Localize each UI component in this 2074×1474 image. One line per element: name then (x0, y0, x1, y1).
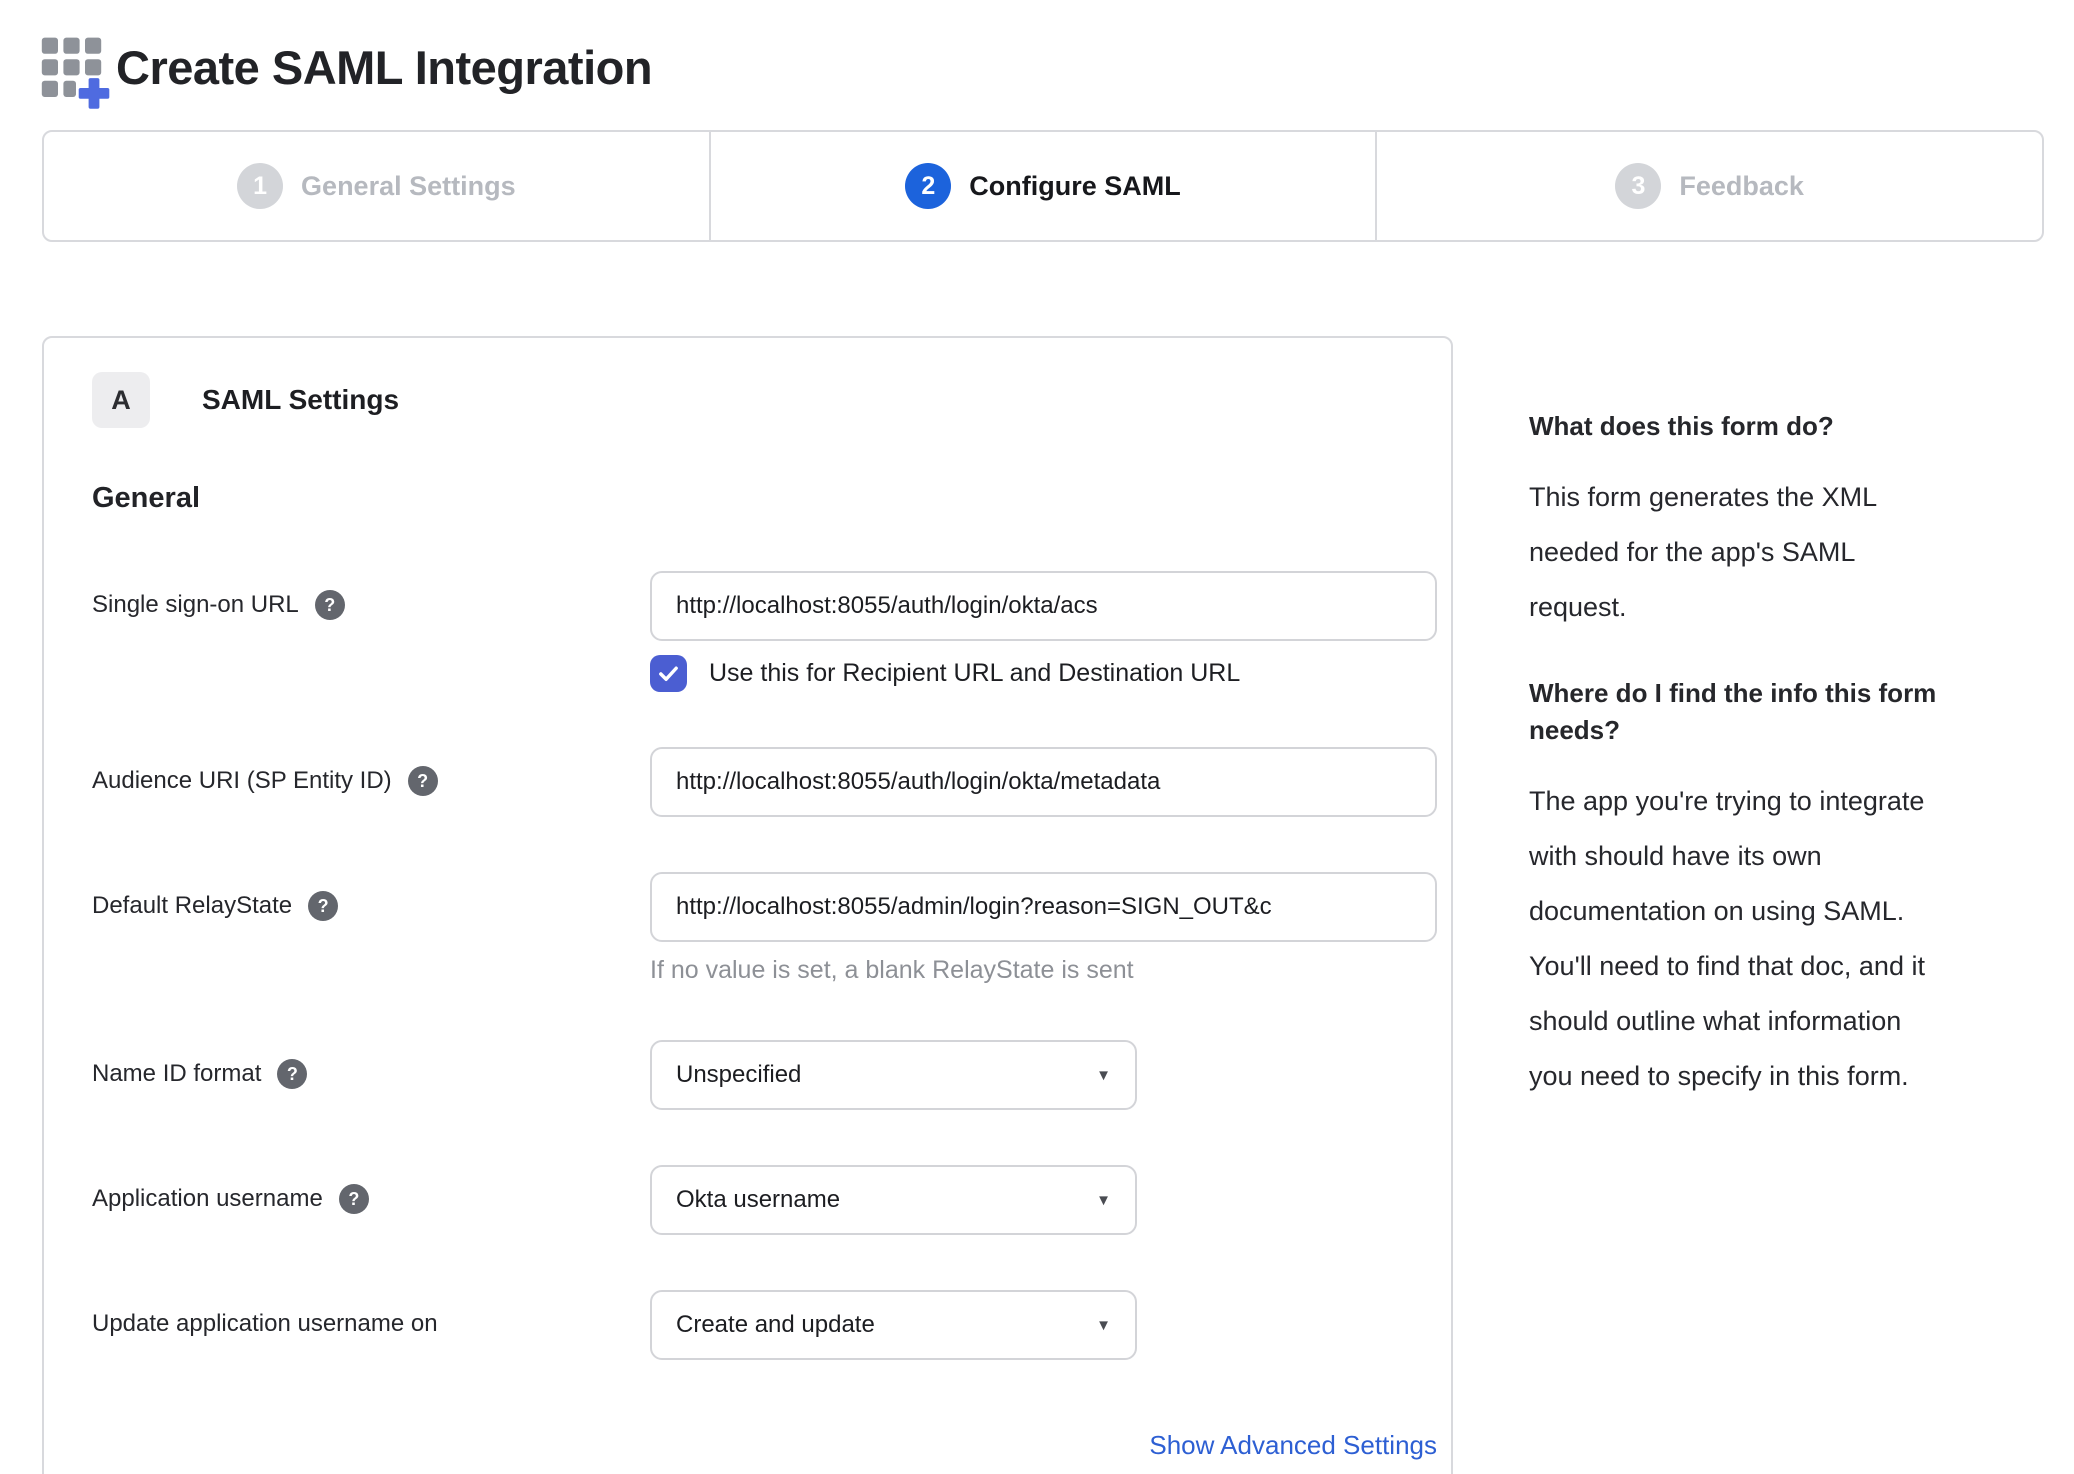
help-icon[interactable]: ? (314, 590, 345, 620)
show-advanced-settings-link[interactable]: Show Advanced Settings (1149, 1430, 1437, 1460)
advanced-settings-row: Show Advanced Settings (92, 1430, 1437, 1461)
step-general-settings[interactable]: 1 General Settings (44, 132, 709, 240)
recipient-url-checkbox-label: Use this for Recipient URL and Destinati… (709, 659, 1241, 687)
audience-uri-input[interactable] (650, 747, 1437, 817)
chevron-down-icon: ▼ (1096, 1191, 1111, 1209)
relaystate-label: Default RelayState (92, 892, 293, 919)
recipient-url-checkbox[interactable] (650, 655, 687, 692)
nameid-label: Name ID format (92, 1060, 262, 1087)
nameid-label-wrap: Name ID format ? (92, 1040, 650, 1110)
appusername-label: Application username (92, 1185, 323, 1212)
page-title: Create SAML Integration (116, 40, 653, 94)
relaystate-helper-text: If no value is set, a blank RelayState i… (650, 956, 1134, 984)
help-icon[interactable]: ? (277, 1059, 308, 1089)
app-grid-plus-icon (41, 37, 110, 109)
help-icon[interactable]: ? (407, 766, 438, 796)
step-label: General Settings (301, 170, 516, 201)
help-icon[interactable]: ? (308, 891, 339, 921)
wizard-steps: 1 General Settings 2 Configure SAML 3 Fe… (42, 130, 2044, 242)
recipient-url-check-row: Use this for Recipient URL and Destinati… (650, 655, 1437, 692)
audience-field-col (650, 747, 1437, 817)
form-row-relaystate: Default RelayState ? If no value is set,… (92, 872, 1437, 985)
step-number-badge: 2 (905, 163, 952, 209)
appusername-label-wrap: Application username ? (92, 1165, 650, 1235)
sidebar-body-what: This form generates the XML needed for t… (1529, 481, 1878, 622)
nameid-format-value: Unspecified (676, 1061, 802, 1088)
form-row-appusername: Application username ? Okta username ▼ (92, 1165, 1437, 1235)
sso-label: Single sign-on URL (92, 591, 299, 618)
sidebar-heading-what: What does this form do? (1529, 411, 1834, 441)
chevron-down-icon: ▼ (1096, 1316, 1111, 1334)
step-label: Configure SAML (969, 170, 1181, 201)
updateusername-label-wrap: Update application username on (92, 1290, 650, 1360)
help-icon[interactable]: ? (338, 1184, 369, 1214)
checkmark-icon (659, 666, 678, 681)
sidebar-heading-where: Where do I find the info this form needs… (1529, 677, 1937, 746)
help-sidebar: What does this form do? This form genera… (1529, 336, 2045, 1144)
nameid-format-select[interactable]: Unspecified ▼ (650, 1040, 1137, 1110)
audience-label: Audience URI (SP Entity ID) (92, 767, 392, 794)
page-header: Create SAML Integration (0, 0, 2074, 112)
chevron-down-icon: ▼ (1096, 1066, 1111, 1084)
section-title: SAML Settings (202, 384, 400, 415)
sso-field-col: Use this for Recipient URL and Destinati… (650, 571, 1437, 692)
form-row-nameid: Name ID format ? Unspecified ▼ (92, 1040, 1437, 1110)
updateusername-label: Update application username on (92, 1310, 438, 1337)
update-username-value: Create and update (676, 1311, 875, 1338)
sso-label-wrap: Single sign-on URL ? (92, 571, 650, 692)
section-letter-badge: A (92, 372, 150, 428)
main-content: A SAML Settings General Single sign-on U… (42, 336, 2074, 1474)
group-heading-general: General (92, 482, 200, 514)
form-row-updateusername: Update application username on Create an… (92, 1290, 1437, 1360)
relaystate-input[interactable] (650, 872, 1437, 942)
saml-settings-panel: A SAML Settings General Single sign-on U… (42, 336, 1453, 1474)
form-row-audience: Audience URI (SP Entity ID) ? (92, 747, 1437, 817)
sso-url-input[interactable] (650, 571, 1437, 641)
form-row-sso: Single sign-on URL ? Use this for Recipi… (92, 571, 1437, 692)
application-username-select[interactable]: Okta username ▼ (650, 1165, 1137, 1235)
sidebar-body-where: The app you're trying to integrate with … (1529, 786, 1925, 1092)
relaystate-field-col: If no value is set, a blank RelayState i… (650, 872, 1437, 985)
application-username-value: Okta username (676, 1186, 841, 1213)
update-username-select[interactable]: Create and update ▼ (650, 1290, 1137, 1360)
step-number-badge: 3 (1615, 163, 1662, 209)
audience-label-wrap: Audience URI (SP Entity ID) ? (92, 747, 650, 817)
step-number-badge: 1 (237, 163, 284, 209)
section-header: A SAML Settings (92, 372, 1437, 428)
step-label: Feedback (1679, 170, 1804, 201)
relaystate-label-wrap: Default RelayState ? (92, 872, 650, 985)
step-configure-saml[interactable]: 2 Configure SAML (708, 132, 1376, 240)
step-feedback[interactable]: 3 Feedback (1375, 132, 2042, 240)
